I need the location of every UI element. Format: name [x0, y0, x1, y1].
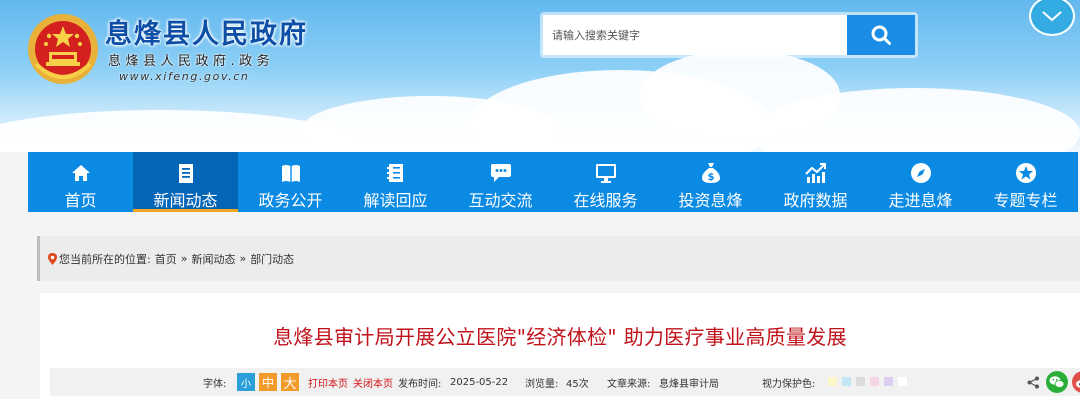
nav-item-interpretation[interactable]: 解读回应 — [343, 152, 448, 212]
search-box — [540, 12, 918, 58]
nav-item-online-service[interactable]: 在线服务 — [553, 152, 658, 212]
search-button[interactable] — [847, 15, 915, 55]
nav-item-special-topics[interactable]: 专题专栏 — [973, 152, 1078, 212]
breadcrumb-link-home[interactable]: 首页 — [155, 251, 177, 267]
breadcrumb-separator: » — [180, 252, 188, 265]
source-value: 息烽县审计局 — [659, 378, 719, 390]
weibo-icon[interactable] — [1072, 368, 1080, 396]
eye-care-color-purple[interactable] — [884, 377, 893, 386]
article-panel: 息烽县审计局开展公立医院"经济体检" 助力医疗事业高质量发展 字体: 小 中 大… — [40, 293, 1080, 399]
national-emblem-icon — [28, 14, 98, 84]
chat-bubble-icon — [490, 161, 512, 185]
site-header: 息烽县人民政府 息烽县人民政府.政务 www.xifeng.gov.cn — [0, 0, 1080, 152]
source-label: 文章来源: — [607, 378, 651, 390]
nav-item-label: 在线服务 — [573, 191, 638, 210]
nav-item-label: 新闻动态 — [153, 191, 218, 210]
eye-care-color-gray[interactable] — [856, 377, 865, 386]
nav-item-label: 解读回应 — [363, 191, 428, 210]
share-icon[interactable] — [1026, 368, 1040, 396]
nav-item-label: 投资息烽 — [678, 191, 743, 210]
breadcrumb-link-dept-news[interactable]: 部门动态 — [250, 251, 294, 267]
main-nav: 首页 新闻动态 政务公开 解读回应 互动交流 在线服务 $ 投资息烽 政府数据 … — [28, 152, 1078, 212]
compass-icon — [910, 161, 932, 185]
eye-care-color-blue[interactable] — [842, 377, 851, 386]
svg-text:$: $ — [707, 172, 714, 183]
nav-item-label: 互动交流 — [468, 191, 533, 210]
font-small-button[interactable]: 小 — [237, 373, 255, 391]
nav-item-gov-affairs[interactable]: 政务公开 — [238, 152, 343, 212]
home-icon — [71, 161, 91, 185]
views-label: 浏览量: — [525, 378, 559, 390]
decor-cloud — [0, 110, 360, 152]
publish-label: 发布时间: — [398, 378, 442, 390]
article-toolbar: 字体: 小 中 大 打印本页 关闭本页 发布时间: 2025-05-22 浏览量… — [50, 368, 1080, 396]
site-title: 息烽县人民政府 — [105, 19, 308, 50]
nav-item-label: 政府数据 — [783, 191, 848, 210]
search-icon — [871, 25, 891, 45]
views-count: 45次 — [566, 378, 589, 390]
eye-care-color-pink[interactable] — [870, 377, 879, 386]
monitor-icon — [595, 161, 617, 185]
eye-care-label: 视力保护色: — [762, 378, 816, 390]
breadcrumb: 您当前所在的位置: 首页 » 新闻动态 » 部门动态 — [37, 236, 1080, 281]
font-medium-button[interactable]: 中 — [259, 373, 277, 391]
star-icon — [1015, 161, 1037, 185]
breadcrumb-separator: » — [239, 252, 247, 265]
breadcrumb-link-news[interactable]: 新闻动态 — [191, 251, 235, 267]
eye-care-color-yellow[interactable] — [828, 377, 837, 386]
article-title: 息烽县审计局开展公立医院"经济体检" 助力医疗事业高质量发展 — [273, 325, 847, 349]
close-page-link[interactable]: 关闭本页 — [353, 368, 393, 396]
wechat-icon[interactable] — [1046, 368, 1068, 396]
nav-item-label: 政务公开 — [258, 191, 323, 210]
location-pin-icon — [48, 252, 57, 265]
bookmark-list-icon — [386, 161, 405, 185]
nav-item-label: 首页 — [64, 191, 97, 210]
print-link[interactable]: 打印本页 — [308, 368, 348, 396]
nav-item-interaction[interactable]: 互动交流 — [448, 152, 553, 212]
nav-item-home[interactable]: 首页 — [28, 152, 133, 212]
nav-item-label: 走进息烽 — [888, 191, 953, 210]
money-bag-icon: $ — [701, 161, 721, 185]
site-subtitle: 息烽县人民政府.政务 — [108, 54, 275, 69]
nav-item-label: 专题专栏 — [993, 191, 1058, 210]
chart-icon — [804, 161, 827, 185]
document-icon — [178, 161, 194, 185]
nav-item-news[interactable]: 新闻动态 — [133, 152, 238, 212]
nav-item-gov-data[interactable]: 政府数据 — [763, 152, 868, 212]
publish-date: 2025-05-22 — [450, 376, 509, 388]
expand-menu-button[interactable] — [1029, 0, 1075, 36]
site-url: www.xifeng.gov.cn — [119, 70, 250, 83]
nav-item-invest[interactable]: $ 投资息烽 — [658, 152, 763, 212]
font-size-label: 字体: — [203, 378, 227, 390]
font-large-button[interactable]: 大 — [281, 373, 299, 392]
chevron-down-icon — [1042, 11, 1062, 22]
search-input[interactable] — [543, 15, 847, 55]
eye-care-color-white[interactable] — [898, 377, 907, 386]
breadcrumb-prefix: 您当前所在的位置: — [59, 252, 151, 266]
book-icon — [281, 161, 301, 185]
nav-item-about-xifeng[interactable]: 走进息烽 — [868, 152, 973, 212]
